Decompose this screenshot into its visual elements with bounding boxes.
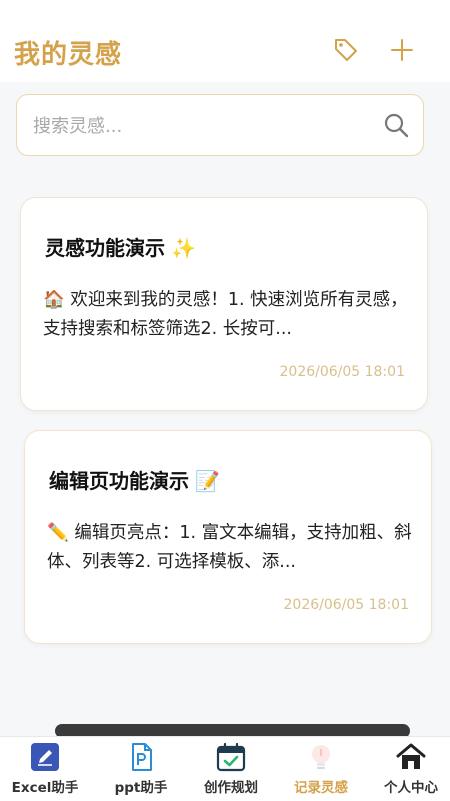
- ppt-icon: [132, 743, 152, 771]
- pencil-icon: [31, 743, 59, 771]
- home-icon: [396, 743, 426, 769]
- memo-icon: 📝: [195, 469, 220, 493]
- bottom-tab-bar: Excel助手 ppt助手 创作规划 记录灵感 个人中心: [0, 736, 450, 801]
- tab-label: Excel助手: [11, 780, 79, 796]
- card-title: 灵感功能演示: [45, 236, 165, 260]
- calendar-check-icon: [216, 742, 246, 772]
- plus-icon: [391, 39, 413, 61]
- tab-label: ppt助手: [114, 780, 168, 796]
- tab-record-inspiration[interactable]: 记录灵感: [276, 737, 366, 801]
- add-inspiration-button[interactable]: [388, 36, 416, 64]
- card-preview: 🏠 欢迎来到我的灵感！1. 快速浏览所有灵感，支持搜索和标签筛选2. 长按可..…: [43, 290, 408, 339]
- lightbulb-icon: [312, 745, 330, 769]
- search-button[interactable]: [383, 112, 409, 138]
- search-icon: [384, 113, 409, 138]
- search-input[interactable]: [31, 95, 375, 157]
- tab-ppt-assistant[interactable]: ppt助手: [96, 737, 186, 801]
- tab-label: 记录灵感: [294, 780, 348, 796]
- tab-label: 个人中心: [384, 780, 438, 796]
- page-title: 我的灵感: [14, 40, 123, 70]
- tab-excel-assistant[interactable]: Excel助手: [0, 737, 90, 801]
- inspiration-card[interactable]: 灵感功能演示 ✨ 🏠 欢迎来到我的灵感！1. 快速浏览所有灵感，支持搜索和标签筛选…: [20, 197, 428, 411]
- tab-creation-plan[interactable]: 创作规划: [186, 737, 276, 801]
- tab-label: 创作规划: [204, 780, 258, 796]
- search-box: [16, 94, 424, 157]
- header-bar: 我的灵感: [0, 0, 450, 82]
- card-preview: ✏️ 编辑页亮点：1. 富文本编辑，支持加粗、斜体、列表等2. 可选择模板、添.…: [47, 523, 412, 572]
- tab-personal-center[interactable]: 个人中心: [366, 737, 450, 801]
- sparkles-icon: ✨: [171, 236, 196, 260]
- inspiration-card[interactable]: 编辑页功能演示 📝 ✏️ 编辑页亮点：1. 富文本编辑，支持加粗、斜体、列表等2.…: [24, 430, 432, 644]
- tag-filter-button[interactable]: [332, 36, 360, 64]
- tag-icon: [335, 39, 357, 61]
- card-timestamp: 2026/06/05 18:01: [283, 597, 410, 613]
- card-timestamp: 2026/06/05 18:01: [279, 364, 406, 380]
- card-title: 编辑页功能演示: [49, 469, 189, 493]
